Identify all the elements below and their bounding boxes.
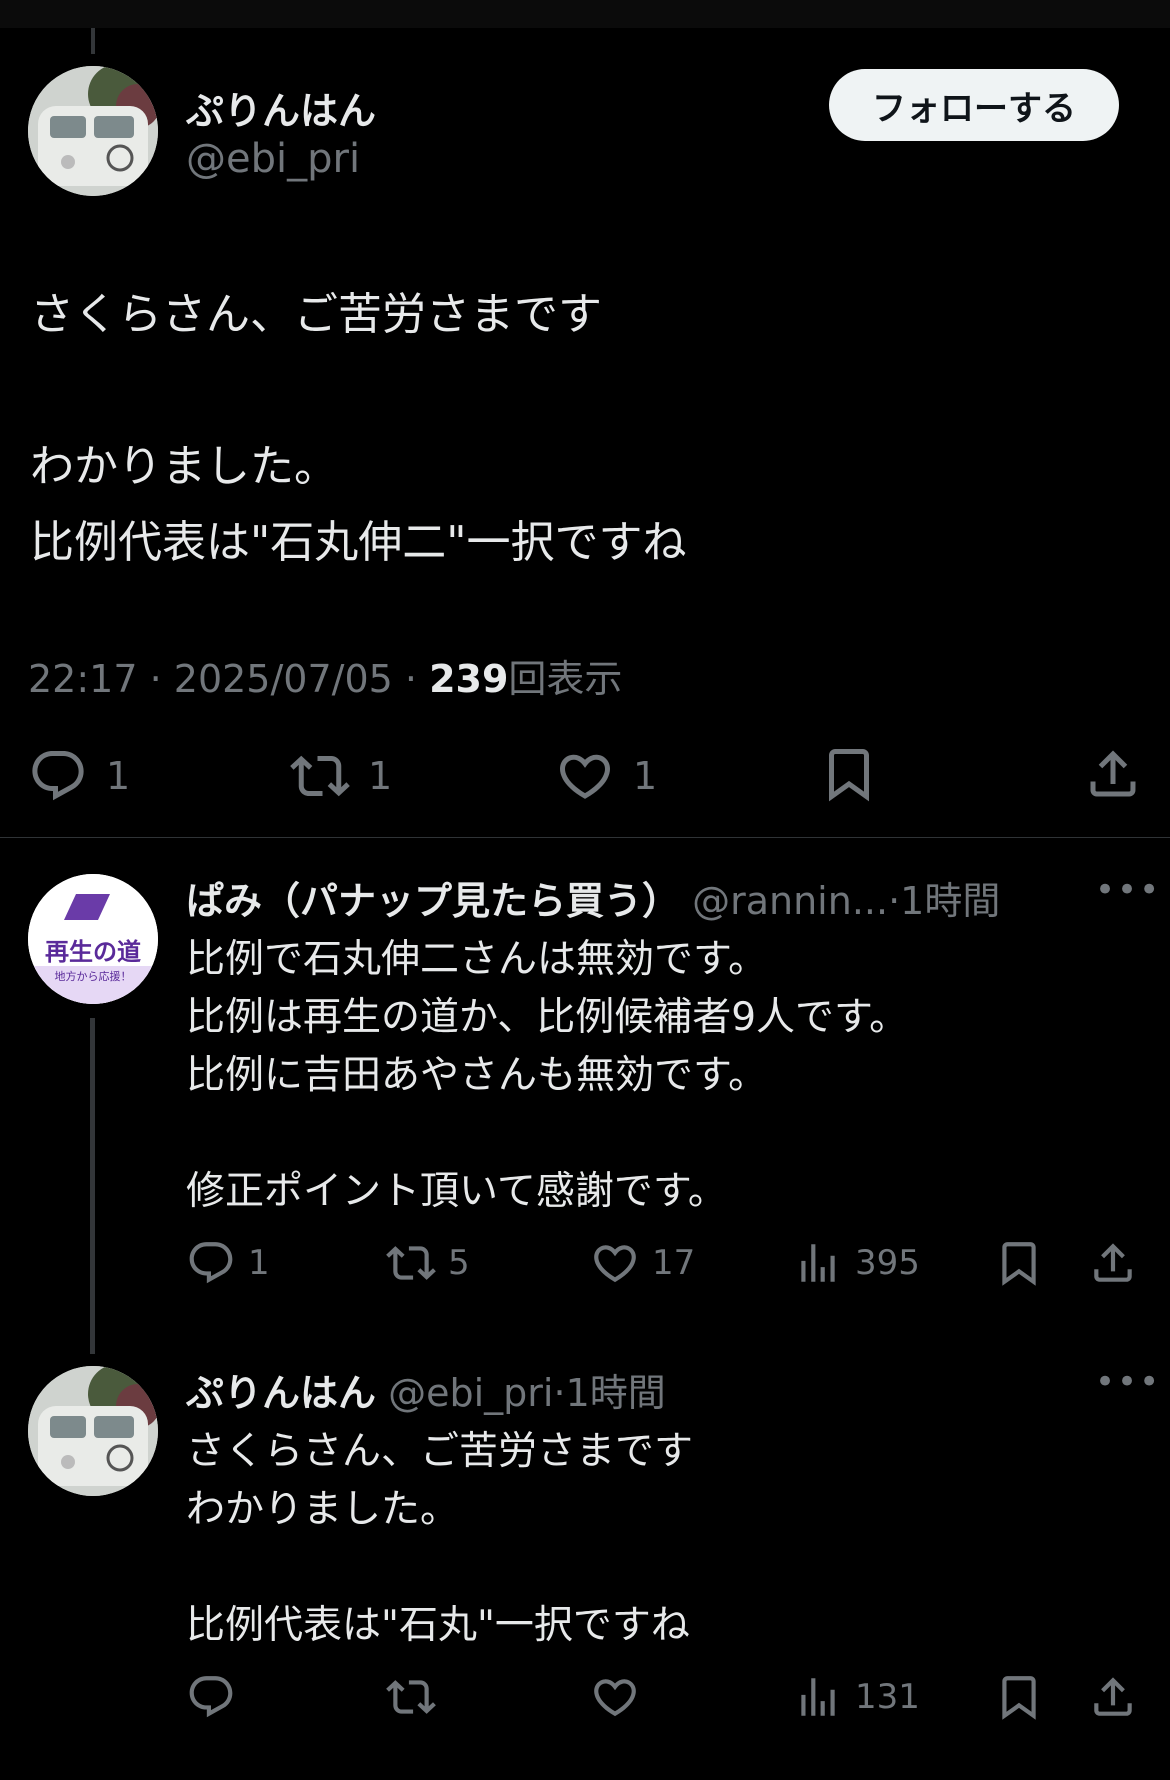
reply-button[interactable] [186, 1672, 236, 1722]
separator: · [149, 657, 174, 701]
share-icon [1088, 1672, 1138, 1722]
follow-button[interactable]: フォローする [829, 69, 1119, 141]
views-button[interactable]: 395 [793, 1238, 920, 1288]
van-avatar-image [28, 66, 158, 196]
views-button[interactable]: 131 [793, 1672, 920, 1722]
retweet-button[interactable]: 1 [290, 746, 392, 806]
reply-time[interactable]: 1時間 [566, 1371, 666, 1415]
bookmark-icon [994, 1238, 1044, 1288]
share-button[interactable] [1088, 1238, 1138, 1288]
tweet-time[interactable]: 22:17 [28, 657, 138, 701]
reply-handle[interactable]: @rannin... [692, 879, 888, 923]
reply-text-line: さくらさん、ご苦労さまです [186, 1429, 694, 1474]
retweet-button[interactable] [386, 1672, 436, 1722]
tweet-meta: 22:17 · 2025/07/05 · 239回表示 [28, 648, 622, 703]
retweet-icon [290, 746, 350, 806]
separator: · [553, 1371, 566, 1415]
bookmark-button[interactable] [994, 1672, 1044, 1722]
reply-text-line: 比例代表は"石丸"一択ですね [186, 1603, 690, 1648]
bookmark-button[interactable] [819, 744, 879, 804]
avatar-logo-text: 再生の道 [45, 938, 141, 966]
status-bar [0, 0, 1170, 28]
avatar[interactable] [28, 66, 158, 196]
reply-display-name[interactable]: ぷりんはん [186, 1371, 376, 1415]
like-button[interactable]: 1 [555, 746, 657, 806]
reply-text-line: 比例は再生の道か、比例候補者9人です。 [186, 995, 909, 1040]
reply-text-line: わかりました。 [186, 1487, 460, 1532]
reply-header: ぷりんはん @ebi_pri·1時間 [186, 1362, 666, 1417]
reply-icon [28, 746, 88, 806]
bookmark-icon [994, 1672, 1044, 1722]
views-icon [793, 1238, 843, 1288]
more-icon[interactable]: ••• [1095, 870, 1161, 910]
heart-icon [590, 1238, 640, 1288]
divider [0, 837, 1170, 838]
bookmark-button[interactable] [994, 1238, 1044, 1288]
reply-count: 1 [248, 1243, 270, 1283]
reply-display-name[interactable]: ぱみ（パナップ見たら買う） [186, 879, 680, 923]
views-icon [793, 1672, 843, 1722]
share-button[interactable] [1088, 1672, 1138, 1722]
view-count: 239 [429, 657, 509, 701]
retweet-button[interactable]: 5 [386, 1238, 470, 1288]
handle[interactable]: @ebi_pri [186, 136, 360, 182]
heart-icon [590, 1672, 640, 1722]
share-button[interactable] [1083, 744, 1143, 804]
view-count: 131 [855, 1677, 920, 1717]
tweet-text-line: 比例代表は"石丸伸二"一択ですね [30, 517, 687, 568]
reply-header: ぱみ（パナップ見たら買う） @rannin...·1時間 [186, 870, 1000, 925]
tweet-text-line: さくらさん、ご苦労さまです [30, 289, 602, 340]
heart-icon [555, 746, 615, 806]
like-button[interactable]: 17 [590, 1238, 695, 1288]
reply-text-line: 比例に吉田あやさんも無効です。 [186, 1053, 768, 1098]
reply-button[interactable]: 1 [186, 1238, 270, 1288]
reply-text-line: 修正ポイント頂いて感謝です。 [186, 1169, 727, 1214]
share-icon [1088, 1238, 1138, 1288]
like-button[interactable] [590, 1672, 640, 1722]
retweet-count: 1 [368, 754, 393, 798]
avatar-logo-subtext: 地方から応援！ [55, 969, 132, 983]
thread-connector-top [91, 28, 95, 54]
saisei-logo-avatar: 再生の道 地方から応援！ [28, 874, 158, 1004]
thread-connector [90, 1018, 95, 1354]
share-icon [1083, 744, 1143, 804]
reply-icon [186, 1672, 236, 1722]
reply-text-line: 比例で石丸伸二さんは無効です。 [186, 937, 768, 982]
van-avatar-image [28, 1366, 158, 1496]
avatar[interactable]: 再生の道 地方から応援！ [28, 874, 158, 1004]
retweet-icon [386, 1238, 436, 1288]
display-name[interactable]: ぷりんはん [186, 80, 376, 135]
reply-count: 1 [106, 754, 131, 798]
more-icon[interactable]: ••• [1095, 1362, 1161, 1402]
like-count: 17 [652, 1243, 696, 1283]
view-count: 395 [855, 1243, 920, 1283]
view-label: 回表示 [508, 657, 623, 701]
separator: · [888, 879, 901, 923]
retweet-count: 5 [448, 1243, 470, 1283]
separator: · [404, 657, 430, 701]
avatar[interactable] [28, 1366, 158, 1496]
like-count: 1 [633, 754, 658, 798]
tweet-date[interactable]: 2025/07/05 [174, 657, 393, 701]
bookmark-icon [819, 744, 879, 804]
reply-button[interactable]: 1 [28, 746, 130, 806]
reply-handle[interactable]: @ebi_pri [388, 1371, 553, 1415]
retweet-icon [386, 1672, 436, 1722]
reply-time[interactable]: 1時間 [900, 879, 1000, 923]
reply-icon [186, 1238, 236, 1288]
tweet-text-line: わかりました。 [30, 441, 338, 492]
